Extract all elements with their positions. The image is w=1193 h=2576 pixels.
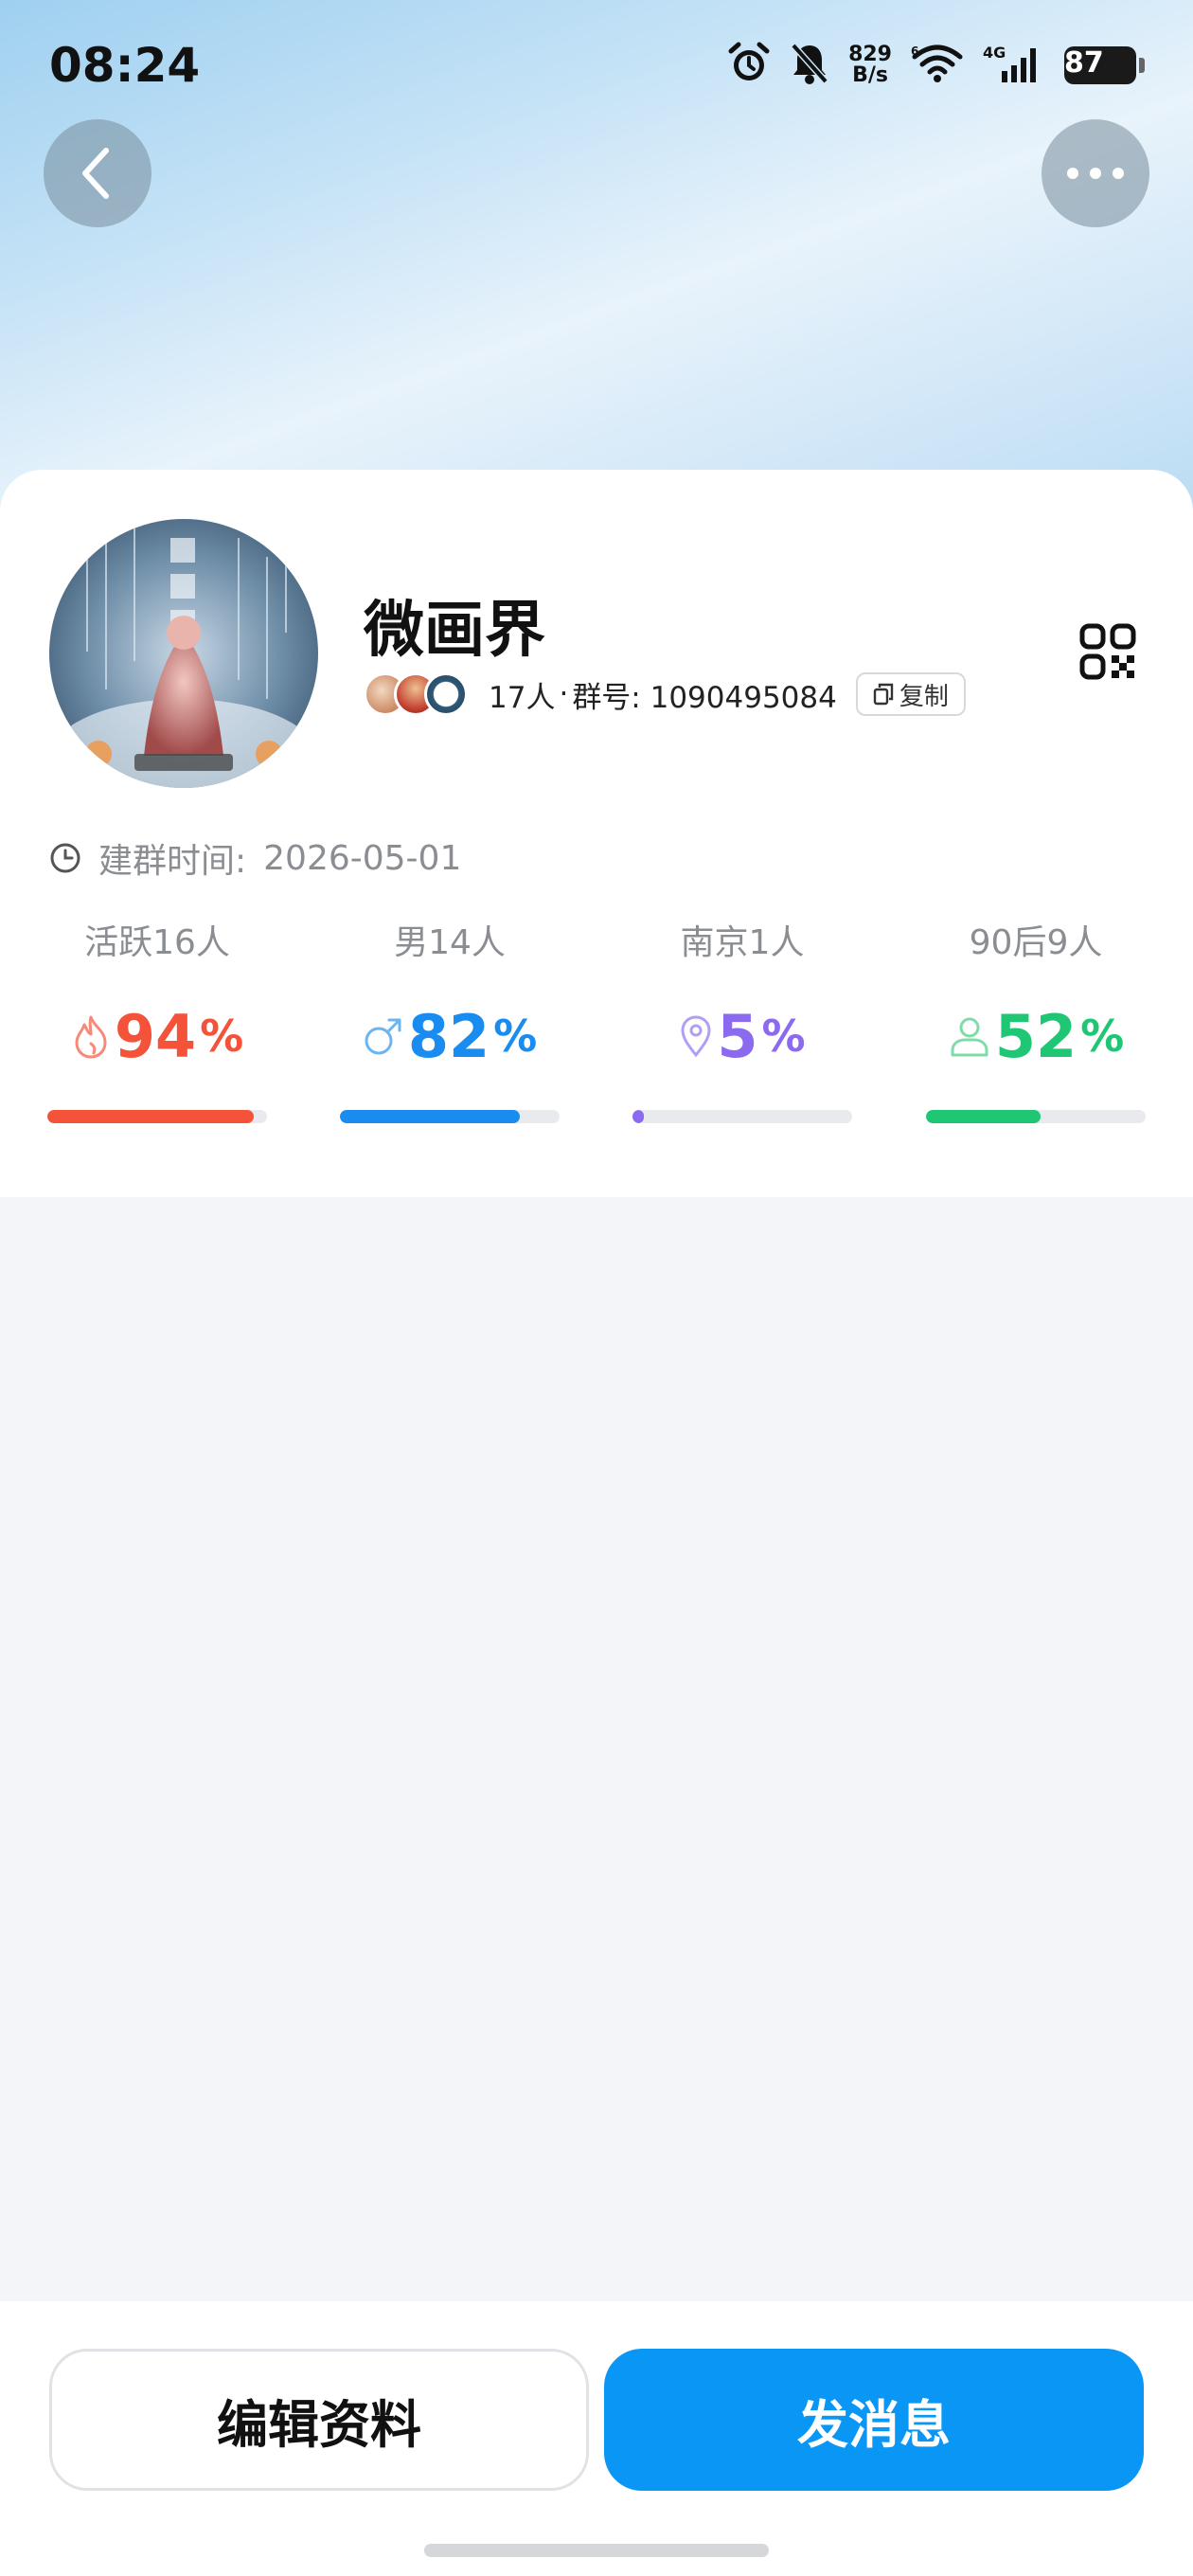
stat-age-bar-fill <box>926 1110 1041 1123</box>
stat-active-bar-fill <box>47 1110 255 1123</box>
battery-level: 87 <box>1064 46 1104 80</box>
male-icon <box>365 1018 401 1055</box>
network-speed-value: 829 <box>848 43 892 66</box>
status-time: 08:24 <box>49 38 201 93</box>
stat-location[interactable]: 南京1人 5 % <box>632 915 852 1123</box>
battery-icon: 87 <box>1064 46 1145 84</box>
stat-male-bar <box>340 1110 560 1123</box>
stat-active[interactable]: 活跃16人 94 % <box>47 915 267 1123</box>
edit-profile-button[interactable]: 编辑资料 <box>49 2349 589 2491</box>
status-bar: 08:24 829 B/s 6 4G 87 <box>0 0 1193 142</box>
mute-icon <box>790 42 829 89</box>
stat-location-unit: % <box>761 1011 806 1062</box>
created-label: 建群时间: <box>98 842 247 881</box>
group-avatar[interactable] <box>49 519 318 788</box>
created-date-row: 建群时间: 2026-05-01 <box>49 833 461 883</box>
member-count: 17人 <box>489 680 556 715</box>
stat-age-bar <box>926 1110 1146 1123</box>
copy-button[interactable]: 复制 <box>855 672 966 716</box>
stat-location-label: 南京1人 <box>680 923 805 962</box>
stat-male-label: 男14人 <box>394 923 506 962</box>
stat-location-bar <box>632 1110 852 1123</box>
send-message-button[interactable]: 发消息 <box>604 2349 1144 2491</box>
copy-icon <box>873 683 894 706</box>
qr-code-button[interactable] <box>1079 623 1136 680</box>
svg-text:4G: 4G <box>983 44 1006 62</box>
group-number: 群号: 1090495084 <box>572 680 837 715</box>
wifi-icon: 6 <box>911 44 964 87</box>
stat-age-value: 52 % <box>926 1000 1146 1072</box>
meta-separator: · <box>559 677 569 711</box>
copy-label: 复制 <box>899 682 949 711</box>
more-button[interactable] <box>1042 119 1149 227</box>
location-icon <box>681 1015 711 1058</box>
stat-male-bar-fill <box>340 1110 521 1123</box>
back-button[interactable] <box>44 119 151 227</box>
stat-male[interactable]: 男14人 82 % <box>340 915 560 1123</box>
stat-active-label: 活跃16人 <box>84 923 230 962</box>
person-icon <box>951 1017 988 1057</box>
svg-text:6: 6 <box>911 45 918 58</box>
stat-location-value: 5 % <box>632 1000 852 1072</box>
member-avatars[interactable] <box>364 672 468 716</box>
stat-location-bar-fill <box>632 1110 644 1123</box>
group-meta-row: 17人 · 群号: 1090495084 复制 <box>364 669 966 720</box>
clock-icon <box>50 843 80 873</box>
stat-active-value: 94 % <box>47 1000 267 1072</box>
member-avatar <box>424 672 468 716</box>
stat-active-unit: % <box>200 1011 244 1062</box>
more-horizontal-icon <box>1067 168 1124 179</box>
qr-code-icon <box>1079 623 1136 680</box>
stat-male-value: 82 % <box>340 1000 560 1072</box>
network-speed-unit: B/s <box>852 63 888 87</box>
stat-active-bar <box>47 1110 267 1123</box>
stat-age-unit: % <box>1080 1011 1125 1062</box>
created-date: 2026-05-01 <box>263 838 462 878</box>
stat-location-number: 5 <box>717 1001 758 1071</box>
stat-male-number: 82 <box>407 1001 490 1071</box>
stat-age-number: 52 <box>994 1001 1077 1071</box>
status-icons: 829 B/s 6 4G 87 <box>727 42 1145 89</box>
flame-icon <box>75 1015 107 1059</box>
home-indicator[interactable] <box>424 2544 769 2557</box>
network-speed: 829 B/s <box>848 45 892 86</box>
signal-icon: 4G <box>983 43 1045 88</box>
group-name: 微画界 <box>364 596 545 666</box>
chevron-left-icon <box>82 148 109 199</box>
stat-male-unit: % <box>493 1011 538 1062</box>
stat-active-number: 94 <box>114 1001 197 1071</box>
stat-age[interactable]: 90后9人 52 % <box>926 915 1146 1123</box>
stat-age-label: 90后9人 <box>969 923 1103 962</box>
alarm-icon <box>727 42 771 89</box>
